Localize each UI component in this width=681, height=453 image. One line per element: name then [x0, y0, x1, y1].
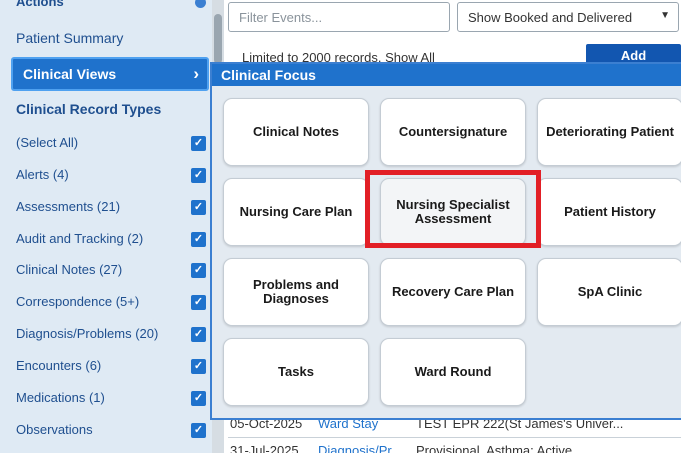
sidebar-section-actions[interactable]: Actions: [16, 0, 206, 9]
sidebar: Actions Patient Summary Clinical Views ›…: [0, 0, 212, 453]
record-type-label: Correspondence (5+): [16, 294, 140, 309]
scroll-thumb[interactable]: [214, 14, 222, 64]
checkbox[interactable]: ✓: [191, 359, 206, 374]
row-date: 31-Jul-2025: [230, 443, 299, 453]
checkbox[interactable]: ✓: [191, 295, 206, 310]
tile-clinical-notes[interactable]: Clinical Notes: [223, 98, 369, 166]
expand-icon[interactable]: [195, 0, 206, 8]
chevron-right-icon: ›: [193, 64, 199, 83]
sidebar-item-clinical-views[interactable]: Clinical Views ›: [11, 57, 209, 91]
record-type-row[interactable]: (Select All) ✓: [16, 134, 206, 154]
checkbox[interactable]: ✓: [191, 168, 206, 183]
tile-spa-clinic[interactable]: SpA Clinic: [537, 258, 681, 326]
record-type-label: Alerts (4): [16, 167, 69, 182]
record-type-row[interactable]: Assessments (21) ✓: [16, 198, 206, 218]
checkbox[interactable]: ✓: [191, 232, 206, 247]
table-row[interactable]: 31-Jul-2025 Diagnosis/Pr... Provisional,…: [228, 441, 681, 453]
tile-nursing-specialist-assessment[interactable]: Nursing Specialist Assessment: [380, 178, 526, 246]
record-type-label: Encounters (6): [16, 358, 102, 373]
record-type-row[interactable]: Alerts (4) ✓: [16, 166, 206, 186]
sidebar-item-patient-summary[interactable]: Patient Summary: [16, 30, 123, 46]
flyout-title: Clinical Focus: [212, 64, 681, 86]
record-type-label: Assessments (21): [16, 199, 121, 214]
show-filter-select[interactable]: Show Booked and Delivered ▼: [457, 2, 679, 32]
tile-recovery-care-plan[interactable]: Recovery Care Plan: [380, 258, 526, 326]
checkbox[interactable]: ✓: [191, 200, 206, 215]
row-type-link[interactable]: Diagnosis/Pr...: [318, 443, 402, 453]
row-value: Provisional, Asthma: Active: [416, 443, 573, 453]
tile-nursing-care-plan[interactable]: Nursing Care Plan: [223, 178, 369, 246]
record-types-heading: Clinical Record Types: [16, 101, 162, 117]
record-type-row[interactable]: Clinical Notes (27) ✓: [16, 261, 206, 281]
clinical-views-label: Clinical Views: [23, 66, 117, 82]
checkbox[interactable]: ✓: [191, 391, 206, 406]
record-type-label: Observations: [16, 422, 93, 437]
row-divider: [228, 437, 681, 438]
record-type-label: Audit and Tracking (2): [16, 231, 144, 246]
record-type-row[interactable]: Diagnosis/Problems (20) ✓: [16, 325, 206, 345]
checkbox[interactable]: ✓: [191, 136, 206, 151]
record-type-row[interactable]: Audit and Tracking (2) ✓: [16, 230, 206, 250]
record-type-row[interactable]: Correspondence (5+) ✓: [16, 293, 206, 313]
record-type-row[interactable]: Medications (1) ✓: [16, 389, 206, 409]
chevron-down-icon: ▼: [660, 10, 670, 21]
record-type-label: Clinical Notes (27): [16, 262, 123, 277]
show-select-value: Show Booked and Delivered: [468, 10, 633, 25]
tile-countersignature[interactable]: Countersignature: [380, 98, 526, 166]
checkbox[interactable]: ✓: [191, 327, 206, 342]
record-type-label: Diagnosis/Problems (20): [16, 326, 159, 341]
checkbox[interactable]: ✓: [191, 263, 206, 278]
tile-ward-round[interactable]: Ward Round: [380, 338, 526, 406]
checkbox[interactable]: ✓: [191, 423, 206, 438]
clinical-focus-flyout: Clinical Focus Clinical Notes Countersig…: [210, 62, 681, 420]
tile-problems-and-diagnoses[interactable]: Problems and Diagnoses: [223, 258, 369, 326]
tile-tasks[interactable]: Tasks: [223, 338, 369, 406]
tile-deteriorating-patient[interactable]: Deteriorating Patient: [537, 98, 681, 166]
filter-events-input[interactable]: Filter Events...: [228, 2, 450, 32]
record-type-row[interactable]: Encounters (6) ✓: [16, 357, 206, 377]
record-type-row[interactable]: Observations ✓: [16, 421, 206, 441]
tile-patient-history[interactable]: Patient History: [537, 178, 681, 246]
actions-label: Actions: [16, 0, 64, 9]
record-type-label: (Select All): [16, 135, 79, 150]
record-type-label: Medications (1): [16, 390, 105, 405]
